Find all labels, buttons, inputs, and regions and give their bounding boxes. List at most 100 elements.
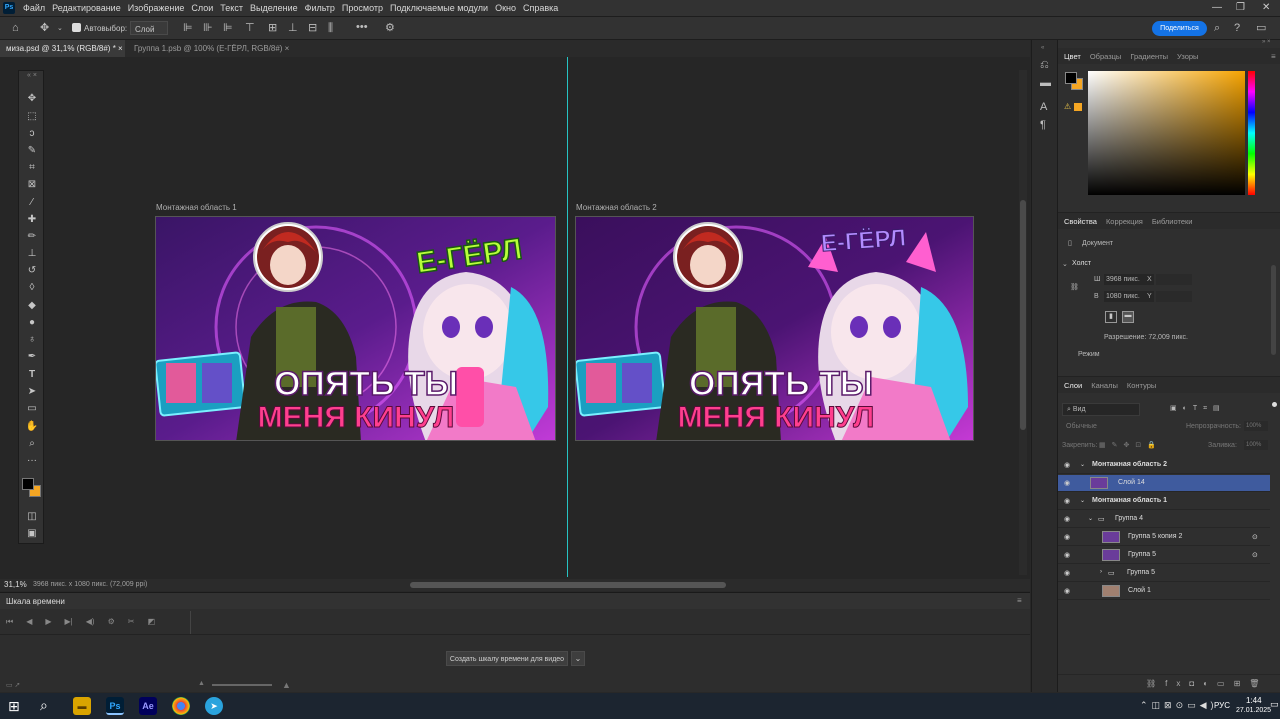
tab-properties[interactable]: Свойства: [1064, 217, 1097, 226]
zoom-level[interactable]: 31,1%: [4, 580, 27, 589]
opacity-field[interactable]: 100%: [1244, 421, 1268, 431]
tab-misa[interactable]: миза.psd @ 31,1% (RGB/8#) * ×: [0, 40, 125, 57]
menu-edit[interactable]: Редактирование: [52, 3, 121, 13]
quick-select-tool-icon[interactable]: ✎: [19, 145, 45, 156]
vertical-scrollbar[interactable]: [1019, 70, 1027, 575]
hand-tool-icon[interactable]: ✋: [19, 421, 45, 432]
warning-icon[interactable]: ⚠: [1064, 102, 1071, 111]
more-options-icon[interactable]: •••: [356, 22, 368, 33]
x-field[interactable]: [1156, 274, 1192, 285]
tab-patterns[interactable]: Узоры: [1177, 52, 1198, 61]
paragraph-icon[interactable]: ¶: [1040, 120, 1046, 131]
cut-icon[interactable]: ✂: [128, 617, 135, 627]
menu-plugins[interactable]: Подключаемые модули: [390, 3, 488, 13]
layer-row[interactable]: ◉ ⌄ ▭ Группа 4: [1058, 511, 1270, 528]
create-video-timeline-button[interactable]: Создать шкалу времени для видео: [446, 651, 568, 666]
move-tool-icon[interactable]: ✥: [40, 23, 49, 34]
blur-tool-icon[interactable]: ●: [19, 317, 45, 328]
layer-row[interactable]: ◉ Группа 5 копия 2 ⊙: [1058, 529, 1270, 546]
eye-icon[interactable]: ◉: [1064, 461, 1070, 469]
after-effects-icon[interactable]: Ae: [139, 697, 157, 715]
layer-row[interactable]: ◉ Слой 1: [1058, 583, 1270, 600]
tab-layers[interactable]: Слои: [1064, 381, 1082, 390]
autoselect-checkbox[interactable]: [72, 23, 81, 32]
move-tool-icon[interactable]: ✥: [19, 93, 45, 104]
path-select-icon[interactable]: ➤: [19, 386, 45, 397]
layer-row[interactable]: ◉ ⌄ Монтажная область 1: [1058, 493, 1270, 510]
link-icon[interactable]: ⛓: [1070, 283, 1079, 291]
workspace-icon[interactable]: ▭: [1256, 23, 1266, 34]
layer-row[interactable]: ◉ Группа 5 ⊙: [1058, 547, 1270, 564]
character-icon[interactable]: A: [1040, 102, 1047, 113]
chrome-icon[interactable]: [172, 697, 190, 715]
chevron-right-icon[interactable]: ›: [1100, 569, 1102, 575]
y-field[interactable]: [1156, 291, 1192, 302]
chevron-down-icon[interactable]: ⌄: [1062, 260, 1068, 268]
eyedropper-tool-icon[interactable]: ⁄: [19, 197, 45, 208]
photoshop-taskbar-icon[interactable]: Ps: [106, 697, 124, 715]
landscape-icon[interactable]: ▬: [1122, 311, 1134, 323]
history-icon[interactable]: ⎌: [1040, 60, 1049, 71]
foreground-color-swatch[interactable]: [1065, 72, 1077, 84]
prev-frame-icon[interactable]: ◀: [26, 617, 32, 627]
language-indicator[interactable]: РУС: [1214, 701, 1230, 710]
layers-footer-icons[interactable]: ⛓fx◘◐▭⊞🗑: [1146, 679, 1268, 688]
menu-select[interactable]: Выделение: [250, 3, 298, 13]
collapse-right-icon[interactable]: » ×: [1262, 39, 1271, 45]
close-tab-icon[interactable]: ×: [285, 44, 290, 53]
artboard-1[interactable]: Е-ГЁРЛ ОПЯТЬ ТЫ МЕНЯ КИНУЛ: [155, 216, 556, 441]
tab-color[interactable]: Цвет: [1064, 52, 1081, 61]
close-icon[interactable]: ✕: [1262, 2, 1270, 13]
layer-row[interactable]: ◉ › ▭ Группа 5: [1058, 565, 1270, 582]
scroll-thumb[interactable]: [1020, 200, 1026, 430]
menu-layers[interactable]: Слои: [191, 3, 213, 13]
tab-libraries[interactable]: Библиотеки: [1152, 217, 1193, 226]
eye-icon[interactable]: ◉: [1064, 551, 1070, 559]
color-swatches[interactable]: [21, 475, 41, 503]
start-icon[interactable]: ⊞: [8, 698, 20, 715]
quick-mask-icon[interactable]: ◫: [19, 511, 45, 522]
distribute-icon[interactable]: ⊟: [308, 23, 317, 34]
blend-mode-dropdown[interactable]: Обычные: [1066, 423, 1097, 430]
more-tools-icon[interactable]: ···: [19, 455, 45, 466]
artboard-2[interactable]: Е-ГЁРЛ ОПЯТЬ ТЫ МЕНЯ КИНУЛ: [575, 216, 974, 441]
panel-menu-icon[interactable]: ≡: [1017, 596, 1022, 605]
fill-field[interactable]: 100%: [1244, 440, 1268, 450]
lasso-tool-icon[interactable]: ↄ: [19, 128, 45, 139]
menu-help[interactable]: Справка: [523, 3, 558, 13]
help-icon[interactable]: ?: [1234, 23, 1240, 34]
menu-window[interactable]: Окно: [495, 3, 516, 13]
menu-filter[interactable]: Фильтр: [305, 3, 335, 13]
chevron-down-icon[interactable]: ⌄: [1088, 515, 1093, 522]
comments-icon[interactable]: ▬: [1040, 78, 1051, 89]
screen-mode-icon[interactable]: ▣: [19, 528, 45, 539]
history-brush-icon[interactable]: ↺: [19, 265, 45, 276]
horizontal-scroll-thumb[interactable]: [410, 582, 726, 588]
layer-row-selected[interactable]: ◉ Слой 14: [1058, 475, 1270, 492]
tab-gradients[interactable]: Градиенты: [1130, 52, 1168, 61]
marquee-tool-icon[interactable]: ⬚: [19, 111, 45, 122]
gamut-swatch[interactable]: [1074, 103, 1082, 111]
layer-filter-icons[interactable]: ▣◐T⌗▤: [1170, 404, 1226, 413]
zoom-out-icon[interactable]: ▲: [198, 680, 205, 687]
color-picker-field[interactable]: [1088, 71, 1245, 195]
eye-icon[interactable]: ◉: [1064, 497, 1070, 505]
align-right-icon[interactable]: ⊫: [223, 23, 233, 34]
collapse-icon[interactable]: «: [1041, 45, 1044, 51]
type-tool-icon[interactable]: T: [19, 369, 45, 380]
tab-group1[interactable]: Группа 1.psb @ 100% (Е-ГЁРЛ, RGB/8#) ×: [128, 40, 295, 57]
tab-swatches[interactable]: Образцы: [1090, 52, 1122, 61]
play-icon[interactable]: ▶: [45, 617, 51, 627]
tab-adjustments[interactable]: Коррекция: [1106, 217, 1143, 226]
minimize-icon[interactable]: —: [1212, 2, 1222, 13]
maximize-icon[interactable]: ❐: [1236, 2, 1245, 13]
timeline-footer-icons[interactable]: ▭ ➚: [6, 681, 20, 689]
panel-menu-icon[interactable]: ≡: [1271, 52, 1276, 61]
zoom-slider[interactable]: [212, 684, 272, 686]
foreground-color-swatch[interactable]: [22, 478, 34, 490]
next-frame-icon[interactable]: ▶|: [65, 617, 73, 627]
menu-type[interactable]: Текст: [220, 3, 243, 13]
paint-bucket-icon[interactable]: ◆: [19, 300, 45, 311]
eraser-tool-icon[interactable]: ◊: [19, 282, 45, 293]
healing-brush-icon[interactable]: ✚: [19, 214, 45, 225]
